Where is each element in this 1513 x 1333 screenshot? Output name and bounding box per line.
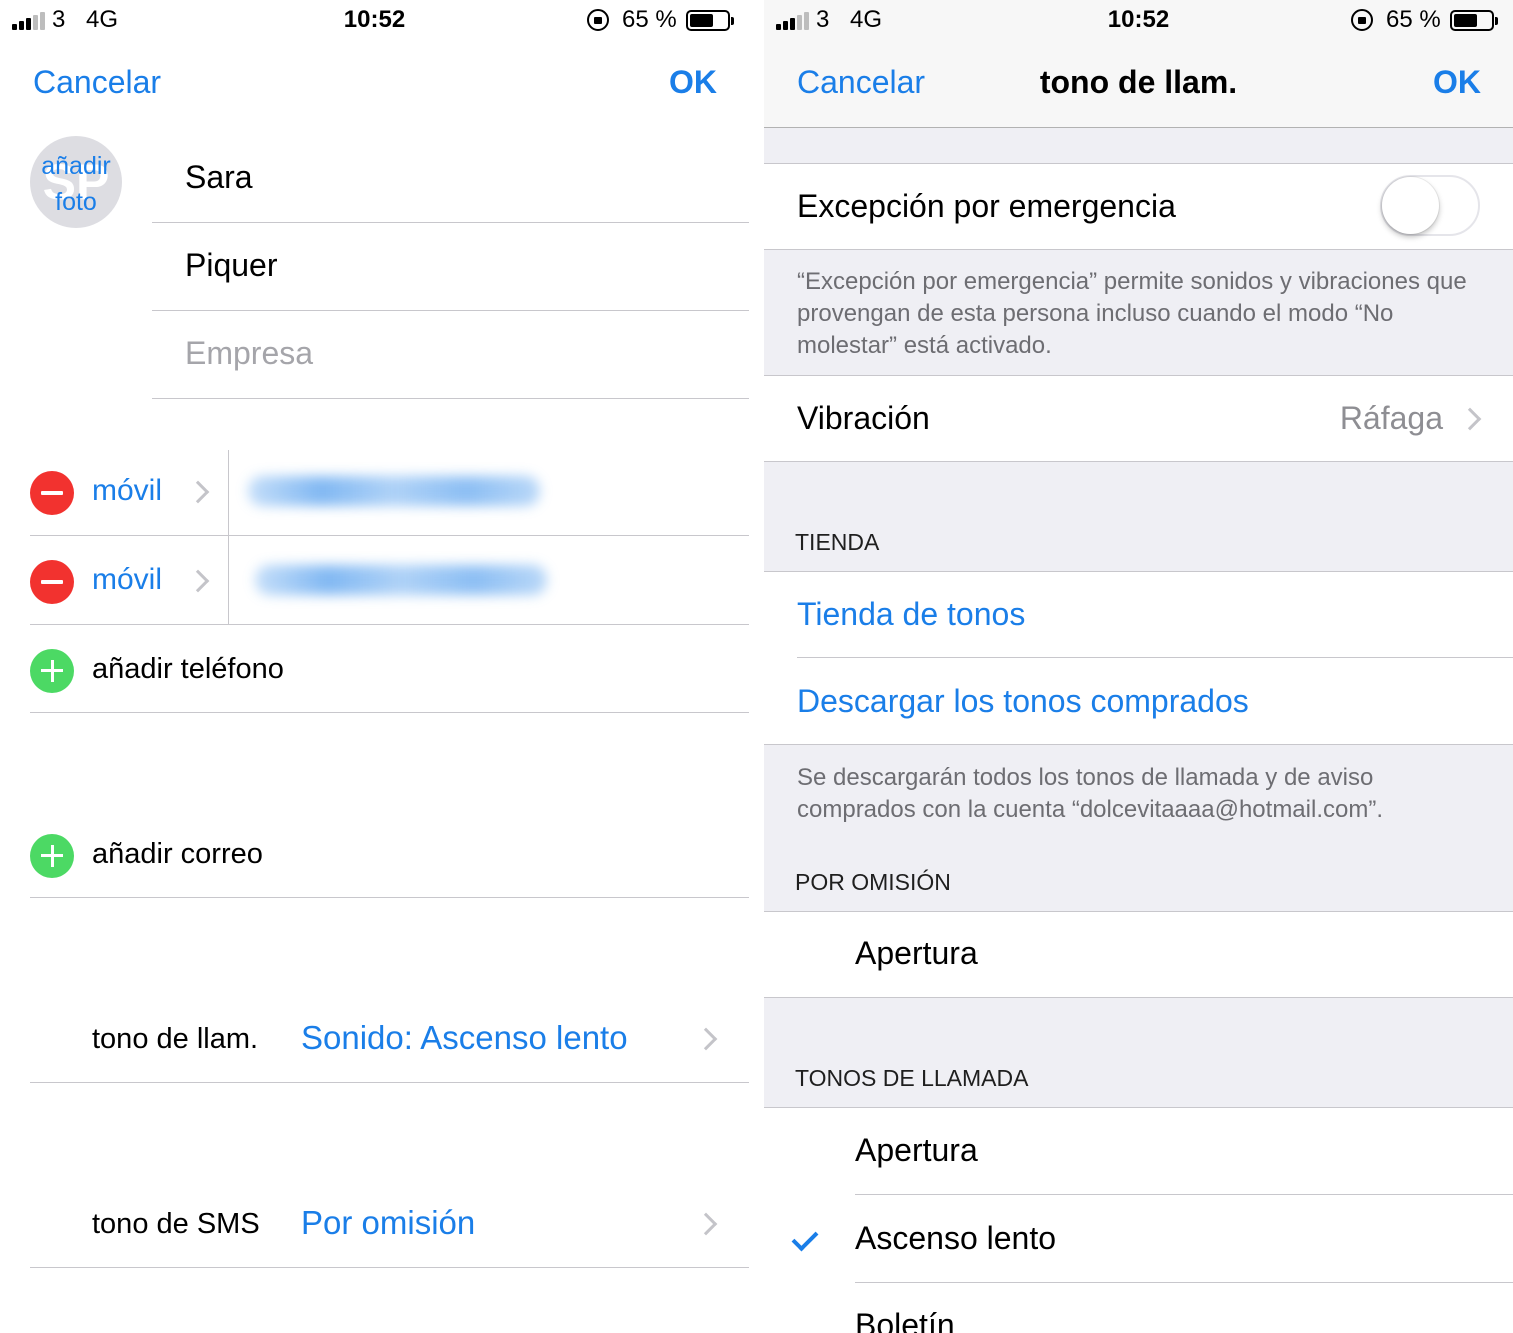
remove-phone-button[interactable] — [30, 471, 74, 515]
remove-phone-button[interactable] — [30, 560, 74, 604]
emergency-bypass-toggle[interactable] — [1380, 175, 1480, 236]
add-email-button[interactable] — [30, 834, 74, 878]
download-purchased-tones-link[interactable]: Descargar los tonos comprados — [797, 683, 1249, 720]
add-phone-button[interactable] — [30, 649, 74, 693]
ok-button[interactable]: OK — [669, 64, 717, 101]
store-footer: Se descargarán todos los tonos de llamad… — [797, 764, 1383, 823]
toggle-knob — [1382, 177, 1439, 234]
ok-button[interactable]: OK — [1433, 64, 1481, 101]
emergency-bypass-label: Excepción por emergencia — [797, 188, 1176, 224]
screenshot-divider — [749, 0, 764, 1333]
avatar[interactable]: SP añadir foto — [30, 136, 122, 228]
page-title: tono de llam. — [1039, 64, 1238, 100]
battery-fill — [1454, 14, 1477, 27]
add-email-label[interactable]: añadir correo — [92, 838, 263, 871]
phone-number-redacted[interactable] — [248, 476, 540, 506]
store-section-header: TIENDA — [795, 529, 880, 555]
battery-fill — [690, 14, 713, 27]
cancel-button[interactable]: Cancelar — [33, 64, 161, 101]
first-name-field[interactable]: Sara — [185, 159, 253, 196]
ringtone-item[interactable]: Boletín — [855, 1307, 955, 1333]
add-photo-label: añadir foto — [41, 152, 111, 216]
sms-tone-value: Por omisión — [301, 1204, 476, 1241]
phone-number-redacted[interactable] — [255, 565, 547, 595]
battery-icon — [686, 10, 734, 31]
contact-edit-screen: 3 4G 10:52 65 % Cancelar OK SP añadir fo… — [0, 0, 749, 1333]
navigation-bar: 3 4G 10:52 65 % Cancelar tono de llam. O… — [764, 0, 1513, 128]
add-phone-label[interactable]: añadir teléfono — [92, 653, 284, 686]
vibration-value: Ráfaga — [1339, 400, 1443, 436]
chevron-right-icon — [186, 569, 210, 593]
chevron-right-icon — [694, 1027, 718, 1051]
phone-label[interactable]: móvil — [92, 563, 162, 597]
status-bar: 3 4G 10:52 65 % — [764, 0, 1513, 40]
ringtone-label: tono de llam. — [92, 1023, 259, 1055]
ringtone-value: Sonido: Ascenso lento — [301, 1019, 628, 1056]
phone-label[interactable]: móvil — [92, 474, 162, 508]
ringtones-section-header: TONOS DE LLAMADA — [795, 1065, 1029, 1091]
company-field[interactable]: Empresa — [185, 335, 313, 372]
default-section-header: POR OMISIÓN — [795, 869, 951, 895]
status-bar: 3 4G 10:52 65 % — [0, 0, 749, 40]
battery-percent: 65 % — [622, 6, 677, 33]
rotation-lock-icon — [1351, 9, 1373, 31]
rotation-lock-icon — [587, 9, 609, 31]
default-tone-row[interactable]: Apertura — [764, 911, 1513, 998]
ringtone-item[interactable]: Apertura — [855, 1132, 978, 1169]
chevron-right-icon — [694, 1212, 718, 1236]
battery-icon — [1450, 10, 1498, 31]
chevron-right-icon — [1458, 407, 1482, 431]
sms-tone-label: tono de SMS — [92, 1208, 260, 1240]
ringtone-row[interactable]: tono de llam. Sonido: Ascenso lento — [0, 995, 749, 1083]
sms-tone-row[interactable]: tono de SMS Por omisión — [0, 1180, 749, 1268]
vibration-row[interactable]: Vibración Ráfaga — [764, 376, 1513, 462]
last-name-field[interactable]: Piquer — [185, 247, 278, 284]
battery-percent: 65 % — [1386, 6, 1441, 33]
emergency-bypass-footer: “Excepción por emergencia” permite sonid… — [797, 268, 1467, 359]
chevron-right-icon — [186, 480, 210, 504]
vibration-label: Vibración — [797, 400, 930, 436]
ringtone-picker-screen: 3 4G 10:52 65 % Cancelar tono de llam. O… — [764, 0, 1513, 1333]
default-tone-label: Apertura — [855, 935, 978, 971]
ringtone-item-selected[interactable]: Ascenso lento — [855, 1220, 1056, 1257]
tone-store-link[interactable]: Tienda de tonos — [797, 596, 1025, 633]
